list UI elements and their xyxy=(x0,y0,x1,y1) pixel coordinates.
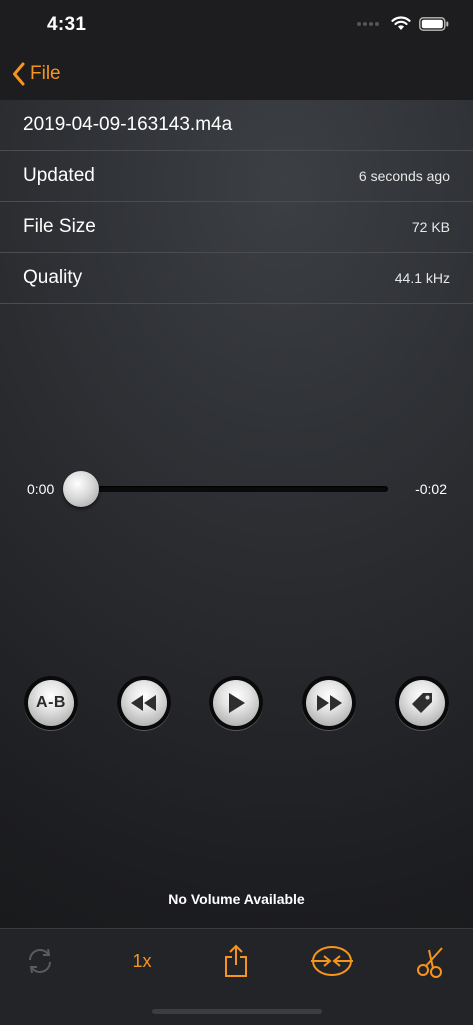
merge-button[interactable] xyxy=(310,943,354,979)
info-value: 6 seconds ago xyxy=(358,168,450,184)
playback-speed-button[interactable]: 1x xyxy=(124,943,160,979)
elapsed-time: 0:00 xyxy=(27,481,55,497)
trim-button[interactable] xyxy=(414,943,450,979)
info-value: 44.1 kHz xyxy=(394,270,450,286)
fast-forward-button[interactable] xyxy=(302,676,356,730)
info-label: Updated xyxy=(23,165,95,186)
status-bar: 4:31 xyxy=(0,0,473,52)
rewind-button[interactable] xyxy=(117,676,171,730)
status-icons xyxy=(357,16,449,31)
merge-icon xyxy=(311,946,353,976)
scrubber-track[interactable] xyxy=(72,486,388,492)
home-indicator xyxy=(152,1009,322,1014)
wifi-icon xyxy=(391,16,411,30)
info-row-updated: Updated 6 seconds ago xyxy=(0,151,473,202)
bottom-toolbar: 1x xyxy=(0,928,473,1025)
scrubber-knob[interactable] xyxy=(63,471,99,507)
playback-controls: A-B xyxy=(0,673,473,733)
share-button[interactable] xyxy=(220,943,252,979)
play-icon xyxy=(229,693,245,713)
info-value: 72 KB xyxy=(411,219,450,235)
fast-forward-icon xyxy=(317,695,342,711)
info-label: File Size xyxy=(23,216,96,237)
scissors-icon xyxy=(417,947,443,978)
info-row-file-size: File Size 72 KB xyxy=(0,202,473,253)
signal-icon xyxy=(357,21,379,26)
remaining-time: -0:02 xyxy=(415,481,447,497)
repeat-button[interactable] xyxy=(22,943,58,979)
rewind-icon xyxy=(131,695,156,711)
ab-repeat-label: A-B xyxy=(36,694,66,711)
status-time: 4:31 xyxy=(47,14,87,35)
file-name: 2019-04-09-163143.m4a xyxy=(23,114,233,135)
back-button[interactable]: File xyxy=(12,62,61,86)
navigation-bar: File xyxy=(0,52,473,100)
player-content: 2019-04-09-163143.m4a Updated 6 seconds … xyxy=(0,100,473,928)
battery-icon xyxy=(419,16,449,31)
repeat-icon xyxy=(29,948,51,974)
info-row-quality: Quality 44.1 kHz xyxy=(0,253,473,304)
tag-icon xyxy=(412,693,432,713)
playback-scrubber: 0:00 -0:02 xyxy=(0,467,473,511)
back-label: File xyxy=(30,63,61,84)
file-name-row: 2019-04-09-163143.m4a xyxy=(0,100,473,151)
bookmark-tag-button[interactable] xyxy=(395,676,449,730)
ab-repeat-button[interactable]: A-B xyxy=(24,676,78,730)
share-icon xyxy=(225,944,247,977)
play-button[interactable] xyxy=(209,676,263,730)
info-label: Quality xyxy=(23,267,83,288)
chevron-left-icon xyxy=(13,62,25,86)
volume-message: No Volume Available xyxy=(168,891,305,907)
